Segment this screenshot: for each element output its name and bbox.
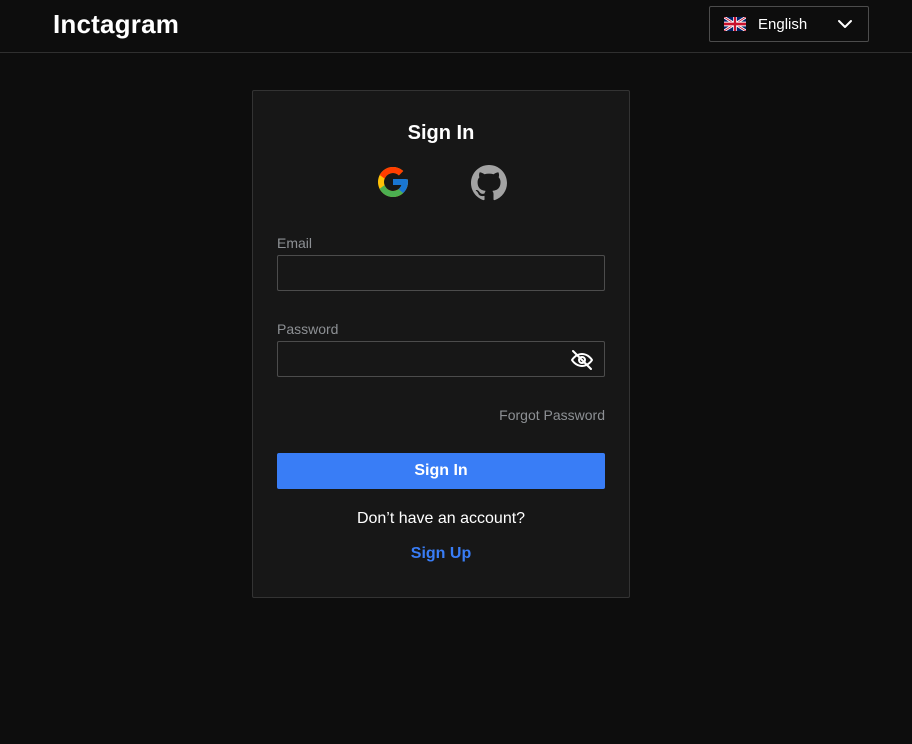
signin-title: Sign In: [407, 122, 475, 144]
signin-card: Sign In Email Password Forgot Password S…: [252, 90, 630, 598]
forgot-password-link[interactable]: Forgot Password: [499, 407, 605, 423]
uk-flag-icon: [724, 17, 746, 31]
email-field[interactable]: [277, 255, 605, 291]
signup-link[interactable]: Sign Up: [253, 545, 629, 563]
password-label: Password: [277, 321, 339, 337]
email-label: Email: [277, 235, 313, 251]
eye-off-icon[interactable]: [569, 348, 595, 372]
language-select[interactable]: English: [709, 6, 869, 42]
no-account-text: Don’t have an account?: [356, 510, 526, 527]
password-field[interactable]: [277, 341, 605, 377]
app-logo[interactable]: Inctagram: [53, 9, 179, 40]
app-header: Inctagram English: [0, 0, 912, 53]
signin-button[interactable]: Sign In: [277, 453, 605, 489]
google-icon[interactable]: [375, 164, 411, 200]
language-label: English: [758, 16, 808, 33]
github-icon[interactable]: [471, 165, 507, 201]
chevron-down-icon: [838, 20, 852, 28]
